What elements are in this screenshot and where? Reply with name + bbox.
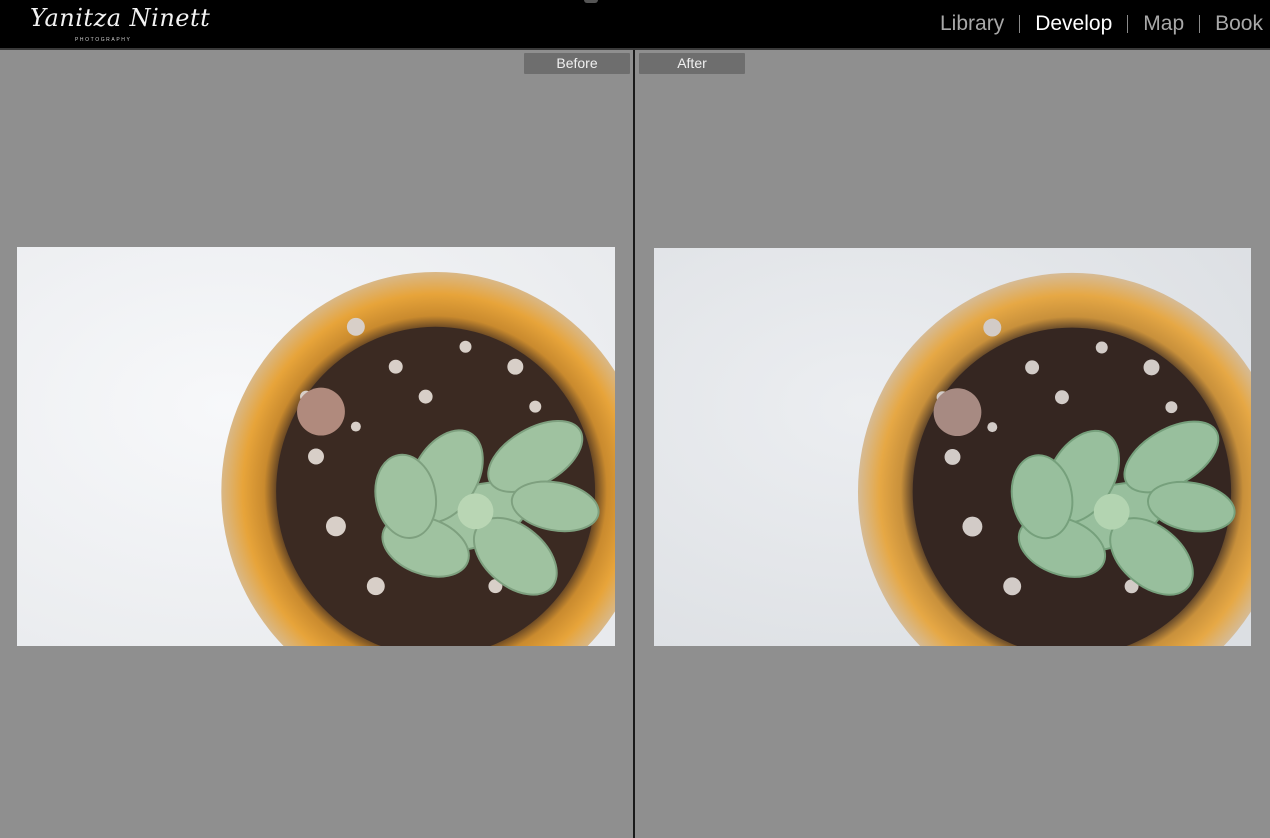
module-book[interactable]: Book (1200, 0, 1270, 48)
identity-plate-logo: Yanitza Ninett PHOTOGRAPHY (30, 4, 210, 46)
before-pane: Before (0, 50, 632, 838)
module-map[interactable]: Map (1128, 0, 1199, 48)
panel-toggle-notch[interactable] (584, 0, 598, 3)
logo-script-text: Yanitza Ninett (30, 4, 211, 32)
logo-subtext: PHOTOGRAPHY (75, 37, 132, 43)
module-picker: Library Develop Map Book (925, 0, 1270, 48)
module-develop[interactable]: Develop (1020, 0, 1127, 48)
succulent-image-before (17, 247, 615, 646)
after-photo[interactable] (654, 248, 1251, 646)
module-library[interactable]: Library (925, 0, 1019, 48)
divider-line (633, 50, 635, 838)
before-photo[interactable] (17, 247, 615, 646)
succulent-image-after (654, 248, 1251, 646)
top-panel: Yanitza Ninett PHOTOGRAPHY Library Devel… (0, 0, 1270, 50)
after-pane: After (637, 50, 1270, 838)
before-label: Before (524, 53, 630, 74)
after-label: After (639, 53, 745, 74)
